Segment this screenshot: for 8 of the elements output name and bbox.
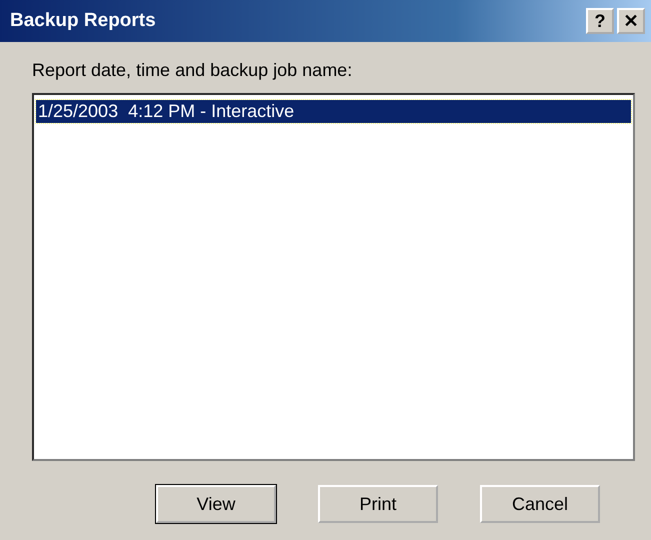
report-item[interactable]: 1/25/2003 4:12 PM - Interactive	[36, 100, 631, 123]
help-button[interactable]: ?	[586, 8, 614, 34]
window-title: Backup Reports	[10, 10, 157, 32]
list-label: Report date, time and backup job name:	[32, 60, 354, 81]
dialog-button[interactable]: Cancel	[480, 485, 600, 523]
dialog-button[interactable]: View	[156, 485, 276, 523]
dialog-button[interactable]: Print	[318, 485, 438, 523]
close-button[interactable]: ✕	[617, 8, 645, 34]
